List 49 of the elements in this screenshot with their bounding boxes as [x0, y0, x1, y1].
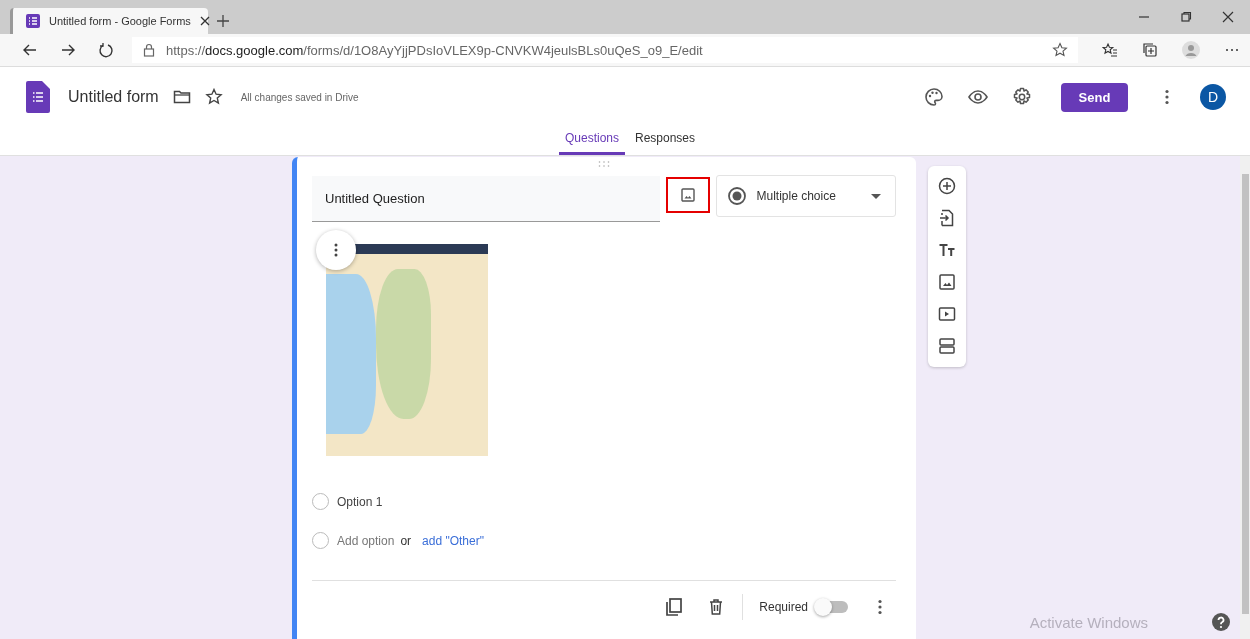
section-icon[interactable]	[938, 337, 956, 355]
drag-handle-icon[interactable]	[598, 161, 610, 167]
add-option-text[interactable]: Add option	[337, 533, 395, 548]
image-icon	[679, 187, 696, 203]
add-circle-icon[interactable]	[938, 177, 956, 195]
help-icon[interactable]	[1212, 613, 1230, 631]
send-button[interactable]: Send	[1061, 82, 1128, 112]
close-icon[interactable]	[1222, 11, 1234, 23]
option-label[interactable]: Option 1	[337, 494, 383, 509]
import-file-icon[interactable]	[938, 209, 956, 227]
lock-icon	[142, 43, 156, 57]
question-title-field[interactable]: Untitled Question	[312, 176, 660, 222]
title-text-icon[interactable]	[938, 241, 956, 259]
folder-icon[interactable]	[172, 88, 191, 106]
eye-icon[interactable]	[968, 87, 988, 107]
question-type-dropdown[interactable]: Multiple choice	[715, 175, 896, 217]
forward-arrow-icon[interactable]	[60, 42, 76, 58]
favorites-icon[interactable]	[1102, 42, 1118, 58]
dropdown-caret-icon	[871, 193, 881, 199]
settings-icon[interactable]	[1012, 87, 1032, 107]
image-icon[interactable]	[938, 273, 956, 291]
form-tab[interactable]: Responses	[629, 127, 702, 155]
forms-logo-icon[interactable]	[26, 81, 50, 113]
profile-icon[interactable]	[1182, 41, 1200, 59]
activate-windows-text: Activate Windows	[1029, 613, 1148, 631]
browser-tab[interactable]: Untitled form - Google Forms	[10, 8, 208, 34]
scrollbar[interactable]	[1240, 156, 1250, 639]
add-image-button[interactable]	[665, 177, 710, 213]
required-label: Required	[759, 600, 808, 614]
palette-icon[interactable]	[924, 87, 944, 107]
url-text: https://docs.google.com/forms/d/1O8AyYjjPDsIoVLEX9p-CNVKW4jeulsBLs0uQeS_o9_E/edit	[166, 42, 703, 58]
or-text: or	[400, 533, 412, 548]
forms-favicon-icon	[25, 13, 41, 29]
duplicate-icon[interactable]	[664, 597, 685, 617]
star-icon[interactable]	[204, 88, 223, 106]
video-icon[interactable]	[938, 305, 956, 323]
save-status: All changes saved in Drive	[240, 91, 359, 103]
restore-icon[interactable]	[1180, 11, 1192, 23]
add-other-link[interactable]: add "Other"	[422, 533, 484, 548]
new-tab-icon[interactable]	[216, 14, 230, 28]
back-arrow-icon[interactable]	[22, 42, 38, 58]
collections-icon[interactable]	[1142, 42, 1158, 58]
star-icon[interactable]	[1052, 42, 1068, 58]
close-icon[interactable]	[198, 15, 211, 27]
refresh-icon[interactable]	[98, 42, 114, 58]
address-bar[interactable]: https://docs.google.com/forms/d/1O8AyYjjPDsIoVLEX9p-CNVKW4jeulsBLs0uQeS_o9_E/edit	[132, 37, 1078, 63]
form-title[interactable]: Untitled form	[68, 88, 159, 106]
radio-icon	[726, 186, 747, 206]
account-avatar[interactable]: D	[1200, 84, 1226, 110]
